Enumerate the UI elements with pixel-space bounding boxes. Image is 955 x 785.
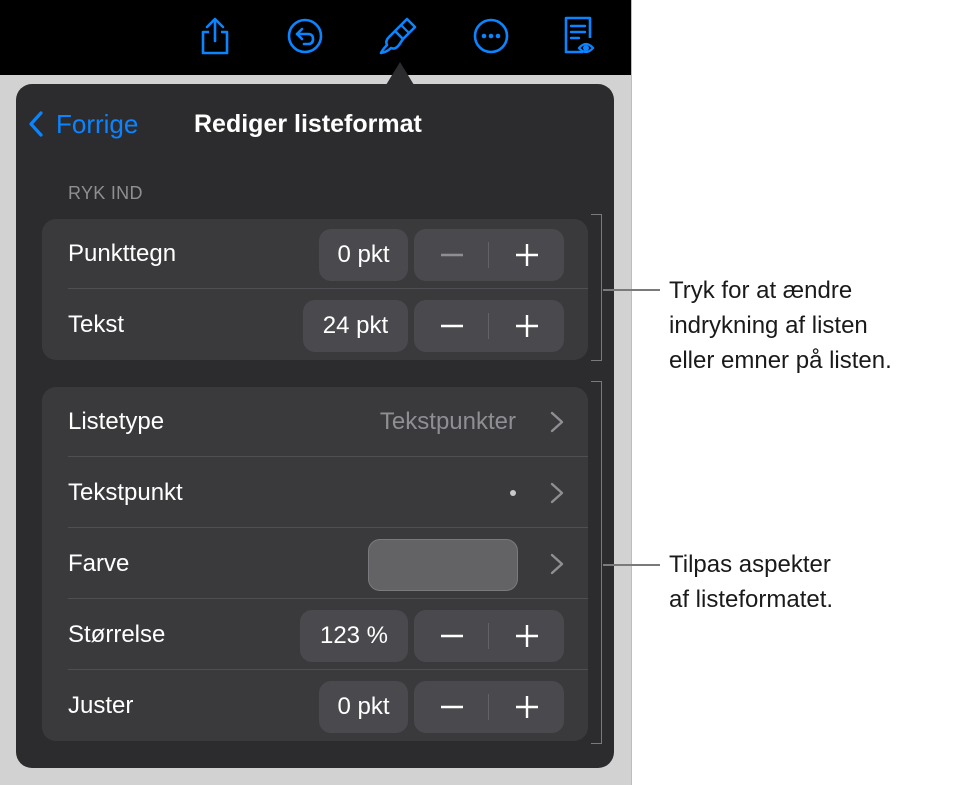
ipad-screen: Forrige Rediger listeformat RYK IND Punk… xyxy=(0,0,632,785)
row-separator xyxy=(68,527,588,528)
minus-icon xyxy=(440,253,463,257)
popover-title: Rediger listeformat xyxy=(194,110,422,138)
row-separator xyxy=(68,288,588,289)
row-label: Størrelse xyxy=(68,621,166,648)
callout-line: indrykning af listen xyxy=(669,312,868,339)
row-label: Tekst xyxy=(68,311,125,338)
plus-icon xyxy=(515,696,538,718)
callout-line: eller emner på listen. xyxy=(669,347,892,374)
minus-icon xyxy=(440,705,463,709)
row-label: Punkttegn xyxy=(68,240,177,267)
indent-leader-line xyxy=(603,289,660,291)
bullet-preview xyxy=(510,490,516,496)
plus-icon xyxy=(515,625,538,647)
chevron-right-icon xyxy=(550,553,564,575)
text-indent-row: Tekst 24 pkt xyxy=(42,290,588,360)
row-separator xyxy=(68,456,588,457)
indent-bracket xyxy=(591,214,602,361)
plus-icon xyxy=(515,315,538,337)
figure: Forrige Rediger listeformat RYK IND Punk… xyxy=(0,0,955,785)
back-label: Forrige xyxy=(56,108,139,139)
text-indent-stepper xyxy=(414,300,564,352)
increment-button[interactable] xyxy=(489,610,564,662)
color-row[interactable]: Farve xyxy=(42,529,588,599)
size-stepper xyxy=(414,610,564,662)
text-indent-value[interactable]: 24 pkt xyxy=(303,300,408,352)
row-label: Tekstpunkt xyxy=(68,479,183,506)
more-icon[interactable] xyxy=(469,14,513,58)
decrement-button[interactable] xyxy=(414,610,489,662)
decrement-button[interactable] xyxy=(414,300,489,352)
increment-button[interactable] xyxy=(489,229,564,281)
size-value[interactable]: 123 % xyxy=(300,610,408,662)
plus-icon xyxy=(515,244,538,266)
row-label: Farve xyxy=(68,550,130,577)
format-leader-line xyxy=(603,564,660,566)
row-label: Listetype xyxy=(68,408,165,435)
indent-group: Punkttegn 0 pkt Tekst 24 pkt xyxy=(42,219,588,360)
share-icon[interactable] xyxy=(193,14,237,58)
indent-callout: Tryk for at ændre indrykning af listen e… xyxy=(669,273,892,378)
callout-line: af listeformatet. xyxy=(669,586,834,613)
minus-icon xyxy=(440,324,463,328)
color-swatch[interactable] xyxy=(368,539,518,591)
size-row: Størrelse 123 % xyxy=(42,600,588,670)
list-type-row[interactable]: Listetype Tekstpunkter xyxy=(42,387,588,457)
chevron-right-icon xyxy=(550,411,564,433)
list-format-group: Listetype Tekstpunkter Tekstpunkt Farve xyxy=(42,387,588,741)
increment-button[interactable] xyxy=(489,681,564,733)
row-separator xyxy=(68,669,588,670)
toolbar xyxy=(0,0,631,75)
bullet-indent-stepper xyxy=(414,229,564,281)
callout-line: Tryk for at ændre xyxy=(669,277,853,304)
popover-arrow xyxy=(386,62,414,85)
back-button[interactable]: Forrige xyxy=(28,104,138,144)
increment-button[interactable] xyxy=(489,300,564,352)
format-callout: Tilpas aspekter af listeformatet. xyxy=(669,547,833,617)
minus-icon xyxy=(440,634,463,638)
undo-icon[interactable] xyxy=(283,14,327,58)
decrement-button[interactable] xyxy=(414,229,489,281)
align-stepper xyxy=(414,681,564,733)
callout-line: Tilpas aspekter xyxy=(669,551,831,578)
format-brush-icon[interactable] xyxy=(376,14,420,58)
bullet-indent-row: Punkttegn 0 pkt xyxy=(42,219,588,289)
row-label: Juster xyxy=(68,692,134,719)
align-row: Juster 0 pkt xyxy=(42,671,588,741)
format-bracket xyxy=(591,381,602,744)
bullet-indent-value[interactable]: 0 pkt xyxy=(319,229,408,281)
list-type-value: Tekstpunkter xyxy=(379,408,516,435)
chevron-left-icon xyxy=(29,111,43,137)
reader-view-icon[interactable] xyxy=(557,14,601,58)
chevron-right-icon xyxy=(550,482,564,504)
indent-section-header: RYK IND xyxy=(68,183,143,203)
row-separator xyxy=(68,598,588,599)
decrement-button[interactable] xyxy=(414,681,489,733)
align-value[interactable]: 0 pkt xyxy=(319,681,408,733)
bullet-row[interactable]: Tekstpunkt xyxy=(42,458,588,528)
